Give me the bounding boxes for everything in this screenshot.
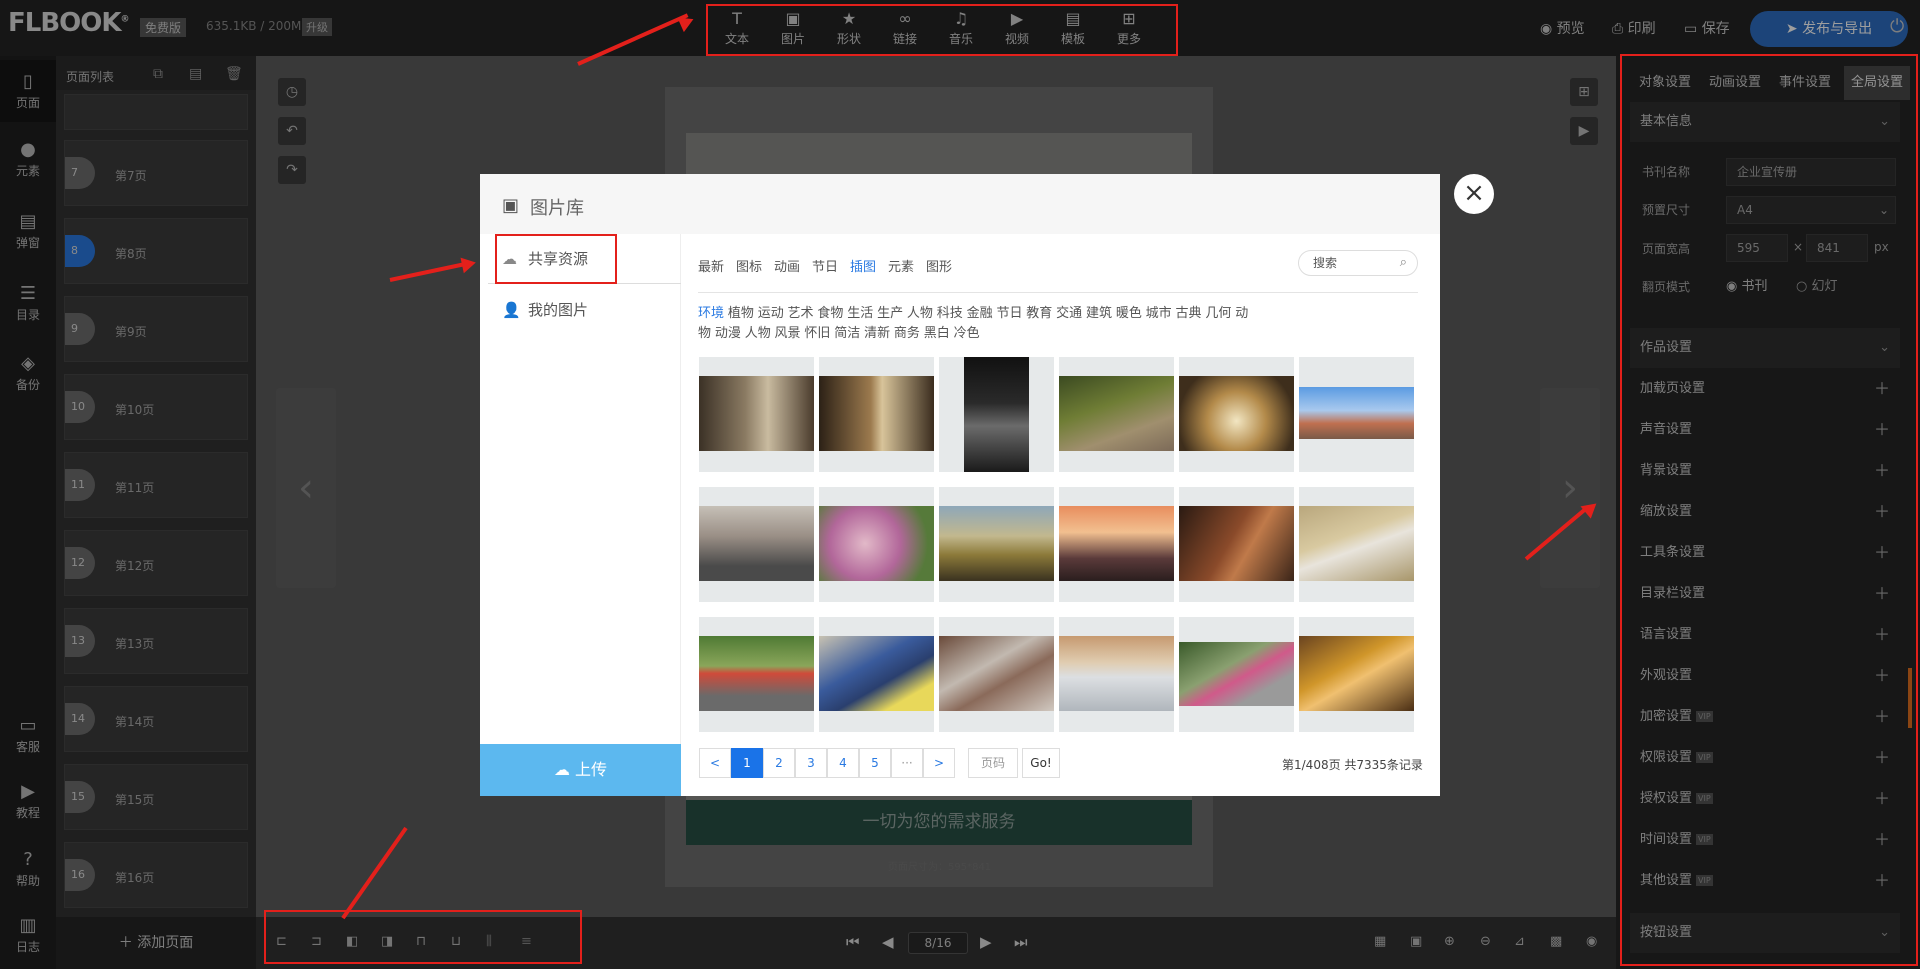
tag-item[interactable]: 动 bbox=[1235, 306, 1248, 321]
pagination-info: 第1/408页 共7335条记录 bbox=[1282, 758, 1423, 772]
tag-item[interactable]: 城市 bbox=[1146, 306, 1172, 321]
image-thumbnail[interactable] bbox=[1179, 487, 1294, 602]
image-thumbnail[interactable] bbox=[1059, 487, 1174, 602]
my-images-tab[interactable]: 👤 我的图片 bbox=[488, 290, 681, 330]
tag-item[interactable]: 人物 bbox=[907, 306, 933, 321]
annotation-arrowhead bbox=[460, 254, 478, 274]
category-animation[interactable]: 动画 bbox=[774, 256, 800, 275]
image-thumbnail[interactable] bbox=[1179, 617, 1294, 732]
page-number-input[interactable]: 页码 bbox=[968, 748, 1018, 778]
pagination-page[interactable]: 2 bbox=[763, 748, 795, 778]
image-thumbnail[interactable] bbox=[939, 357, 1054, 472]
cloud-upload-icon: ☁ bbox=[553, 760, 576, 779]
tag-item[interactable]: 黑白 bbox=[924, 326, 950, 341]
image-thumbnail[interactable] bbox=[939, 617, 1054, 732]
search-icon: ⌕ bbox=[1399, 255, 1407, 270]
upload-button[interactable]: ☁ 上传 bbox=[480, 744, 681, 796]
image-thumbnail[interactable] bbox=[1299, 357, 1414, 472]
tag-item[interactable]: 生活 bbox=[847, 306, 873, 321]
image-thumbnail[interactable] bbox=[699, 617, 814, 732]
image-thumbnail[interactable] bbox=[1299, 617, 1414, 732]
tag-item[interactable]: 古典 bbox=[1176, 306, 1202, 321]
tag-item[interactable]: 教育 bbox=[1026, 306, 1052, 321]
tag-item[interactable]: 金融 bbox=[967, 306, 993, 321]
user-icon: 👤 bbox=[502, 301, 521, 319]
category-graphics[interactable]: 图形 bbox=[926, 256, 952, 275]
category-elements[interactable]: 元素 bbox=[888, 256, 914, 275]
tag-item[interactable]: 节日 bbox=[996, 306, 1022, 321]
tag-item[interactable]: 冷色 bbox=[954, 326, 980, 341]
image-thumbnail[interactable] bbox=[699, 487, 814, 602]
tag-item[interactable]: 简洁 bbox=[834, 326, 860, 341]
modal-header bbox=[480, 174, 1440, 234]
annotation-box-toolbar bbox=[706, 4, 1178, 56]
image-thumbnail[interactable] bbox=[819, 357, 934, 472]
image-thumbnail[interactable] bbox=[819, 617, 934, 732]
tag-item[interactable]: 风景 bbox=[775, 326, 801, 341]
pagination-page[interactable]: 4 bbox=[827, 748, 859, 778]
tag-row: 环境 植物 运动 艺术 食物 生活 生产 人物 科技 金融 节日 教育 交通 建… bbox=[698, 302, 1420, 321]
category-icons[interactable]: 图标 bbox=[736, 256, 762, 275]
tag-item[interactable]: 商务 bbox=[894, 326, 920, 341]
tag-item[interactable]: 植物 bbox=[728, 306, 754, 321]
pagination-page[interactable]: 1 bbox=[731, 748, 763, 778]
tag-item[interactable]: 交通 bbox=[1056, 306, 1082, 321]
annotation-box-bottom-tools bbox=[264, 910, 582, 964]
tag-item[interactable]: 艺术 bbox=[788, 306, 814, 321]
tag-item[interactable]: 食物 bbox=[817, 306, 843, 321]
tag-item[interactable]: 清新 bbox=[864, 326, 890, 341]
image-icon: ▣ bbox=[502, 195, 520, 216]
tag-item[interactable]: 建筑 bbox=[1086, 306, 1112, 321]
search-input[interactable]: 搜索 ⌕ bbox=[1298, 250, 1418, 276]
image-thumbnail[interactable] bbox=[1299, 487, 1414, 602]
pagination-next[interactable]: > bbox=[923, 748, 955, 778]
annotation-box-shared bbox=[495, 234, 617, 284]
tag-row: 物 动漫 人物 风景 怀旧 简洁 清新 商务 黑白 冷色 bbox=[698, 322, 1420, 341]
annotation-box-right-panel bbox=[1620, 54, 1918, 966]
tag-item[interactable]: 物 bbox=[698, 326, 711, 341]
go-button[interactable]: Go! bbox=[1022, 748, 1060, 778]
image-thumbnail[interactable] bbox=[1179, 357, 1294, 472]
pagination-page[interactable]: 3 bbox=[795, 748, 827, 778]
tag-item[interactable]: 暖色 bbox=[1116, 306, 1142, 321]
image-thumbnail[interactable] bbox=[939, 487, 1054, 602]
tag-item[interactable]: 科技 bbox=[937, 306, 963, 321]
category-festival[interactable]: 节日 bbox=[812, 256, 838, 275]
tag-item[interactable]: 怀旧 bbox=[804, 326, 830, 341]
image-thumbnail[interactable] bbox=[1059, 357, 1174, 472]
tag-item[interactable]: 运动 bbox=[758, 306, 784, 321]
divider bbox=[698, 292, 1418, 293]
tag-item[interactable]: 人物 bbox=[745, 326, 771, 341]
tag-item[interactable]: 几何 bbox=[1205, 306, 1231, 321]
tag-item[interactable]: 动漫 bbox=[715, 326, 741, 341]
image-thumbnail[interactable] bbox=[1059, 617, 1174, 732]
close-icon[interactable]: × bbox=[1454, 174, 1494, 214]
pagination-prev[interactable]: < bbox=[699, 748, 731, 778]
image-thumbnail[interactable] bbox=[699, 357, 814, 472]
modal-title: 图片库 bbox=[530, 198, 584, 219]
pagination-ellipsis: ··· bbox=[891, 748, 923, 778]
category-latest[interactable]: 最新 bbox=[698, 256, 724, 275]
image-thumbnail[interactable] bbox=[819, 487, 934, 602]
category-illustration[interactable]: 插图 bbox=[850, 256, 876, 275]
tag-item[interactable]: 生产 bbox=[877, 306, 903, 321]
pagination-page[interactable]: 5 bbox=[859, 748, 891, 778]
tag-item[interactable]: 环境 bbox=[698, 306, 724, 321]
